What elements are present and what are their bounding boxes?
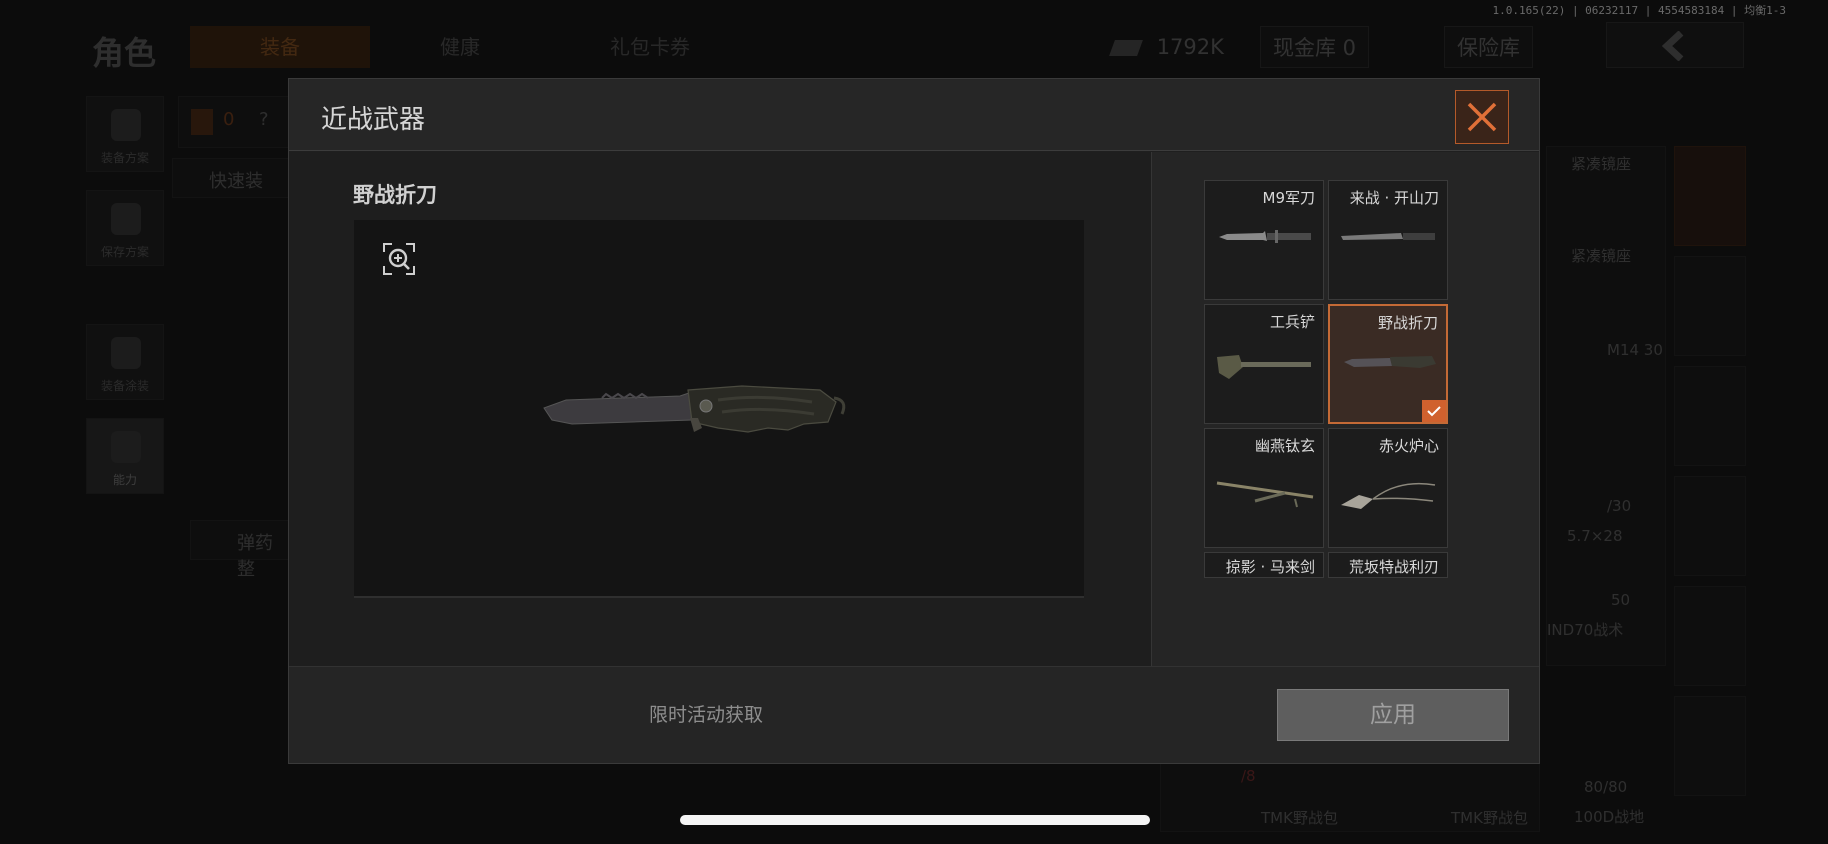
model-viewer[interactable] [354,220,1084,598]
field-folding-knife-model [543,385,846,433]
weapon-list-panel[interactable]: M9军刀 来战 · 开山刀 工兵铲 野战折刀 幽燕钛玄 赤火炉心 掠影 · 马来… [1151,152,1539,666]
field-knife-thumbnail [1344,356,1436,368]
weapon-item-name: 野战折刀 [1377,314,1438,332]
apply-button[interactable]: 应用 [1277,689,1509,741]
melee-weapon-dialog: 近战武器 野战折刀 M9军刀 来战 · 开山刀 工兵铲 野战折刀 幽燕钛玄 赤火… [288,78,1540,764]
weapon-item-name: 荒坂特战利刃 [1348,558,1439,576]
machete-thumbnail [1341,233,1435,240]
dialog-title: 近战武器 [321,105,426,135]
zoom-in-icon[interactable] [382,242,416,276]
weapon-item-chihuo[interactable]: 赤火炉心 [1328,428,1448,548]
youyan-blade-thumbnail [1216,481,1314,508]
checkmark-icon [1422,400,1446,422]
weapon-item-youyan[interactable]: 幽燕钛玄 [1204,428,1324,548]
weapon-item-name: 掠影 · 马来剑 [1225,558,1315,576]
dialog-header: 近战武器 [289,79,1539,151]
entrenching-shovel-thumbnail [1217,355,1311,379]
m9-bayonet-thumbnail [1219,230,1311,243]
chihuo-blade-thumbnail [1341,482,1436,509]
selected-item-name: 野战折刀 [353,183,437,207]
weapon-item-field-knife[interactable]: 野战折刀 [1328,304,1448,424]
home-indicator[interactable] [680,815,1150,825]
weapon-item-name: 工兵铲 [1269,313,1315,331]
weapon-item-name: 来战 · 开山刀 [1349,189,1439,207]
weapon-item-shovel[interactable]: 工兵铲 [1204,304,1324,424]
weapon-item-name: 幽燕钛玄 [1254,437,1315,455]
close-button[interactable] [1455,90,1509,144]
weapon-item-lueying[interactable]: 掠影 · 马来剑 [1204,552,1324,578]
weapon-item-m9[interactable]: M9军刀 [1204,180,1324,300]
close-x-icon [1467,102,1497,132]
acquisition-hint: 限时活动获取 [648,704,763,726]
weapon-item-machete[interactable]: 来战 · 开山刀 [1328,180,1448,300]
weapon-item-name: 赤火炉心 [1378,437,1439,455]
weapon-item-name: M9军刀 [1262,189,1316,207]
dialog-footer: 限时活动获取 应用 [289,666,1539,763]
weapon-item-arasaka[interactable]: 荒坂特战利刃 [1328,552,1448,578]
